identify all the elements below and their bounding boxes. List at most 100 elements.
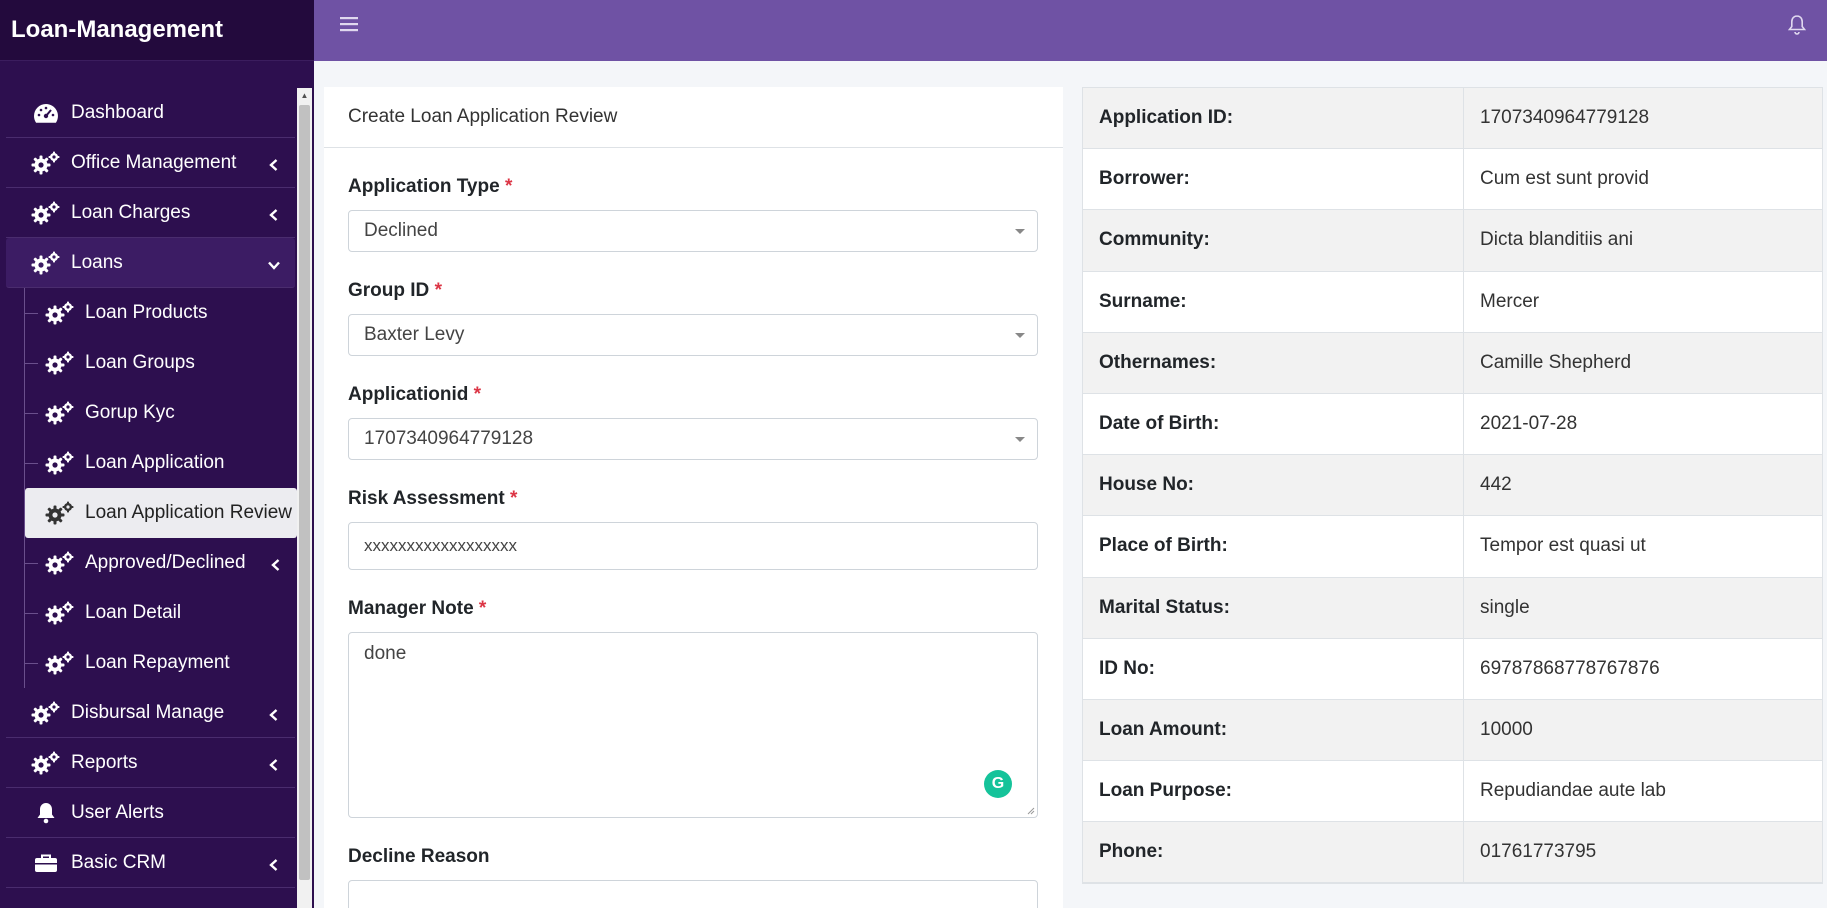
sidebar-item-label: Approved/Declined [85,552,246,573]
sidebar-item-label: Dashboard [71,101,164,123]
sidebar-item-loan-application[interactable]: Loan Application [24,438,297,488]
sidebar-item-loan-application-review[interactable]: Loan Application Review [25,488,297,538]
hamburger-menu-icon[interactable] [340,14,360,34]
detail-key: House No: [1083,455,1464,516]
gears-icon [45,551,75,575]
label-text: Group ID [348,280,430,301]
detail-key: Date of Birth: [1083,393,1464,455]
caret-down-icon [1015,333,1025,338]
decline-reason-input[interactable] [348,880,1038,908]
label-text: Risk Assessment [348,488,505,509]
sidebar-item-label: Loans [71,251,123,273]
detail-value: Cum est sunt provid [1480,168,1649,190]
group-id-label: Group ID * [348,280,1039,302]
select-value: Baxter Levy [364,324,465,345]
sidebar-item-label: Gorup Kyc [85,402,175,423]
select-value: 1707340964779128 [364,428,534,449]
gears-icon [45,451,75,475]
sidebar-item-disbursal-manage[interactable]: Disbursal Manage [6,688,295,738]
detail-value: Mercer [1480,290,1540,312]
sidebar-item-label: Basic CRM [71,851,167,873]
chevron-left-icon [267,856,281,871]
grammarly-icon[interactable]: G [984,770,1012,798]
gears-icon [31,151,61,175]
notification-bell-icon[interactable] [1787,14,1807,36]
detail-key: Place of Birth: [1083,516,1464,577]
risk-assessment-input[interactable]: xxxxxxxxxxxxxxxxxx [348,522,1038,570]
sidebar-item-loan-groups[interactable]: Loan Groups [24,338,297,388]
select-value: Declined [364,220,438,241]
sidebar-item-loan-detail[interactable]: Loan Detail [24,588,297,638]
gears-icon [45,351,75,375]
detail-value: Dicta blanditiis ani [1480,229,1634,251]
table-row: Loan Amount: 10000 [1083,699,1822,762]
chevron-down-icon [267,256,281,270]
application-type-label: Application Type * [348,176,1039,198]
detail-key: Othernames: [1083,332,1464,393]
sidebar-item-basic-crm[interactable]: Basic CRM [6,838,295,888]
resize-handle-icon[interactable] [1027,807,1035,815]
application-type-select[interactable]: Declined [348,210,1038,252]
table-row: Phone: 01761773795 [1083,822,1822,884]
applicationid-select[interactable]: 1707340964779128 [348,418,1038,460]
sidebar-item-loan-repayment[interactable]: Loan Repayment [24,638,297,688]
table-row: Othernames: Camille Shepherd [1083,332,1822,394]
loans-submenu: Loan Products Loan Groups Gorup Kyc Loan… [0,288,297,688]
decline-reason-label: Decline Reason [348,846,1039,868]
manager-note-textarea[interactable]: done G [348,632,1038,818]
table-row: House No: 442 [1083,455,1822,517]
brand-title[interactable]: Loan-Management [0,0,314,61]
label-text: Decline Reason [348,846,490,867]
sidebar-item-office-management[interactable]: Office Management [6,138,295,188]
textarea-value: done [364,643,407,664]
sidebar-item-dashboard[interactable]: Dashboard [6,88,295,138]
gears-icon [45,301,75,325]
group-id-select[interactable]: Baxter Levy [348,314,1038,356]
sidebar-item-label: Loan Repayment [85,652,230,673]
gears-icon [31,701,61,725]
sidebar-item-approved-declined[interactable]: Approved/Declined [24,538,297,588]
sidebar-item-reports[interactable]: Reports [6,738,295,788]
table-row: Community: Dicta blanditiis ani [1083,210,1822,272]
sidebar: Loan-Management Dashboard Office Managem… [0,0,314,908]
sidebar-item-label: Loan Application [85,452,225,473]
sidebar-item-label: Loan Groups [85,352,195,373]
table-row: Surname: Mercer [1083,271,1822,333]
sidebar-item-loan-products[interactable]: Loan Products [24,288,297,338]
table-row: Marital Status: single [1083,577,1822,639]
sidebar-nav: Dashboard Office Management Loan Charges… [0,88,297,888]
briefcase-icon [31,851,61,875]
sidebar-item-user-alerts[interactable]: User Alerts [6,788,295,838]
sidebar-item-loan-charges[interactable]: Loan Charges [6,188,295,238]
required-asterisk: * [478,598,487,619]
detail-key: Marital Status: [1083,577,1464,638]
manager-note-label: Manager Note * [348,598,1039,620]
gears-icon [45,601,75,625]
detail-value: 2021-07-28 [1480,413,1578,435]
scroll-up-arrow-icon[interactable]: ▲ [297,88,312,102]
chevron-left-icon [269,556,283,571]
sidebar-item-gorup-kyc[interactable]: Gorup Kyc [24,388,297,438]
detail-value: Repudiandae aute lab [1480,780,1666,802]
chevron-left-icon [267,206,281,221]
sidebar-item-label: User Alerts [71,801,164,823]
top-navbar [314,0,1827,61]
caret-down-icon [1015,437,1025,442]
scrollbar-thumb[interactable] [299,105,310,880]
chevron-left-icon [267,706,281,721]
sidebar-scrollbar[interactable]: ▲ [297,88,312,908]
detail-value: Camille Shepherd [1480,351,1632,373]
input-value: xxxxxxxxxxxxxxxxxx [364,536,517,555]
required-asterisk: * [504,176,513,197]
applicationid-label: Applicationid * [348,384,1039,406]
label-text: Application Type [348,176,500,197]
required-asterisk: * [473,384,482,405]
risk-assessment-label: Risk Assessment * [348,488,1039,510]
table-row: Date of Birth: 2021-07-28 [1083,393,1822,456]
label-text: Applicationid [348,384,469,405]
required-asterisk: * [509,488,518,509]
required-asterisk: * [434,280,442,301]
detail-value: 69787868778767876 [1480,657,1660,679]
sidebar-item-loans[interactable]: Loans [6,238,295,288]
detail-key: ID No: [1083,638,1464,699]
